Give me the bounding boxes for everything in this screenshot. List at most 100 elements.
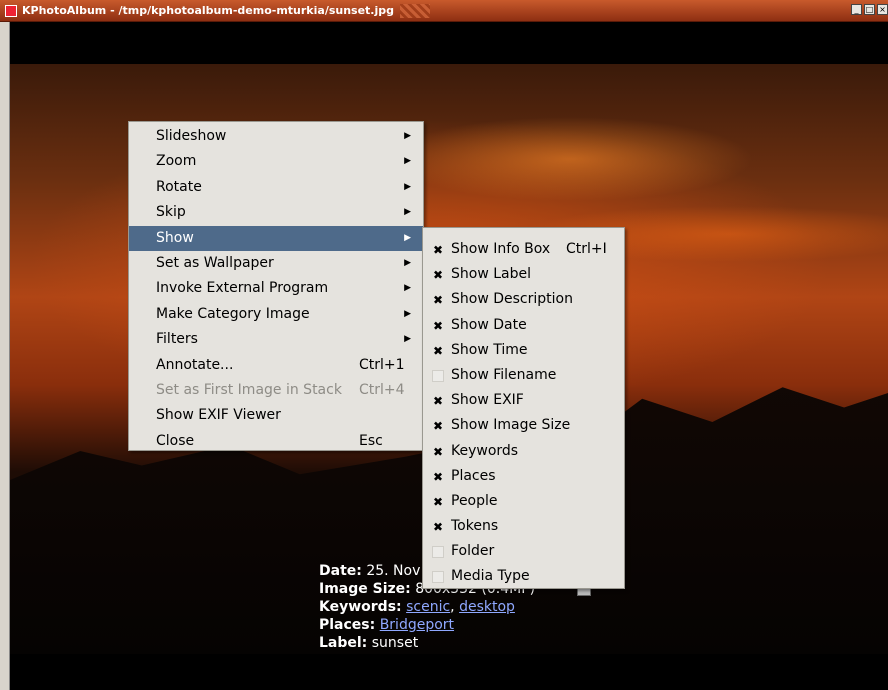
menu-item-label: Show EXIF Viewer (156, 407, 281, 424)
minimize-button[interactable]: _ (851, 4, 862, 15)
checkmark-icon[interactable]: ✖ (432, 496, 444, 508)
menu-item-label: Set as Wallpaper (156, 254, 274, 271)
show-option-label: People (451, 492, 498, 509)
menu-item-label: Show (156, 229, 194, 246)
menu-item-shortcut: Ctrl+1 (359, 356, 405, 373)
info-keywords-row: Keywords: scenic, desktop (319, 598, 581, 616)
show-option-label: Show Filename (451, 366, 557, 383)
show-option-places[interactable]: ✖ Places (423, 464, 624, 489)
menu-item-annotate[interactable]: Annotate... Ctrl+1 (129, 353, 423, 378)
show-option-label: Show EXIF (451, 392, 524, 409)
menu-item-invoke-external-program[interactable]: Invoke External Program ▶ (129, 276, 423, 301)
context-menu: Slideshow ▶ Zoom ▶ Rotate ▶ Skip ▶ Show ▶ Set as W… (128, 121, 424, 451)
submenu-arrow-icon: ▶ (404, 283, 411, 294)
menu-item-shortcut: Esc (359, 432, 383, 449)
info-keywords-label: Keywords: (319, 599, 402, 615)
show-option-label: Folder (451, 543, 495, 560)
submenu-arrow-icon: ▶ (404, 207, 411, 218)
submenu-arrow-icon: ▶ (404, 308, 411, 319)
show-option-show-date[interactable]: ✖ Show Date (423, 313, 624, 338)
place-link-bridgeport[interactable]: Bridgeport (380, 617, 454, 633)
info-label-label: Label: (319, 635, 368, 651)
show-option-show-exif[interactable]: ✖ Show EXIF (423, 388, 624, 413)
keyword-link-desktop[interactable]: desktop (459, 599, 515, 615)
maximize-button[interactable]: □ (864, 4, 875, 15)
menu-item-make-category-image[interactable]: Make Category Image ▶ (129, 302, 423, 327)
show-option-label: Show Info Box (451, 241, 551, 257)
keyword-separator: , (450, 599, 455, 615)
window-title: KPhotoAlbum - /tmp/kphotoalbum-demo-mtur… (22, 4, 395, 17)
info-label-value: sunset (371, 635, 419, 651)
info-size-label: Image Size: (319, 581, 411, 597)
show-option-tokens[interactable]: ✖ Tokens (423, 514, 624, 539)
menu-item-label: Skip (156, 204, 186, 221)
show-option-label: Show Time (451, 341, 528, 358)
show-option-people[interactable]: ✖ People (423, 489, 624, 514)
show-option-label: Show Description (451, 291, 573, 308)
show-option-label: Keywords (451, 442, 519, 459)
submenu-arrow-icon: ▶ (404, 131, 411, 141)
menu-item-close[interactable]: Close Esc (129, 429, 423, 454)
checkmark-icon[interactable]: ✖ (432, 420, 444, 432)
menu-item-zoom[interactable]: Zoom ▶ (129, 149, 423, 174)
show-option-show-filename[interactable]: Show Filename (423, 363, 624, 388)
menu-item-shortcut: Ctrl+4 (359, 381, 405, 398)
show-option-folder[interactable]: Folder (423, 539, 624, 564)
submenu-arrow-icon: ▶ (404, 156, 411, 167)
show-submenu: ✖ Show Info Box Ctrl+I ✖ Show Label ✖ Show Des… (422, 227, 625, 589)
submenu-arrow-icon: ▶ (404, 334, 411, 345)
show-option-label: Show Date (451, 316, 527, 333)
checkmark-icon[interactable]: ✖ (432, 345, 444, 357)
keyword-link-scenic[interactable]: scenic (406, 599, 450, 615)
checkmark-icon[interactable]: ✖ (432, 471, 444, 483)
checkmark-icon[interactable]: ✖ (432, 269, 444, 281)
checkbox-empty-icon[interactable] (432, 369, 444, 382)
info-date-label: Date: (319, 563, 362, 579)
window-titlebar[interactable]: KPhotoAlbum - /tmp/kphotoalbum-demo-mtur… (0, 0, 888, 22)
menu-item-label: Filters (156, 331, 198, 348)
app-icon[interactable] (5, 4, 17, 17)
menu-item-show-exif-viewer[interactable]: Show EXIF Viewer (129, 403, 423, 428)
submenu-arrow-icon: ▶ (404, 232, 411, 243)
show-option-show-info-box[interactable]: ✖ Show Info Box Ctrl+I (423, 237, 624, 262)
menu-item-skip[interactable]: Skip ▶ (129, 200, 423, 225)
menu-item-set-as-wallpaper[interactable]: Set as Wallpaper ▶ (129, 251, 423, 276)
menu-item-label: Zoom (156, 153, 197, 170)
info-label-row: Label: sunset (319, 634, 581, 652)
show-option-label: Media Type (451, 568, 530, 585)
show-option-show-image-size[interactable]: ✖ Show Image Size (423, 413, 624, 438)
checkmark-icon[interactable]: ✖ (432, 294, 444, 306)
checkmark-icon[interactable]: ✖ (432, 320, 444, 332)
menu-item-slideshow[interactable]: Slideshow ▶ (129, 124, 423, 149)
menu-item-show[interactable]: Show ▶ (129, 225, 423, 251)
checkmark-icon[interactable]: ✖ (432, 244, 444, 256)
menu-item-filters[interactable]: Filters ▶ (129, 327, 423, 352)
submenu-arrow-icon: ▶ (404, 181, 411, 192)
checkmark-icon[interactable]: ✖ (432, 521, 444, 533)
show-option-show-description[interactable]: ✖ Show Description (423, 287, 624, 312)
menu-item-set-as-first-image-in-stack: Set as First Image in Stack Ctrl+4 (129, 378, 423, 403)
show-option-media-type[interactable]: Media Type (423, 564, 624, 589)
close-window-button[interactable]: × (877, 4, 888, 15)
menu-item-label: Make Category Image (156, 305, 310, 322)
checkmark-icon[interactable]: ✖ (432, 395, 444, 407)
info-places-label: Places: (319, 617, 376, 633)
show-option-shortcut: Ctrl+I (566, 241, 607, 257)
submenu-arrow-icon: ▶ (404, 257, 411, 268)
show-option-show-label[interactable]: ✖ Show Label (423, 262, 624, 287)
menu-item-label: Set as First Image in Stack (156, 381, 342, 398)
window-controls: _ □ × (851, 4, 888, 15)
show-option-show-time[interactable]: ✖ Show Time (423, 338, 624, 363)
menu-item-rotate[interactable]: Rotate ▶ (129, 175, 423, 200)
show-option-label: Show Image Size (451, 417, 571, 434)
show-option-label: Show Label (451, 266, 531, 283)
checkmark-icon[interactable]: ✖ (432, 446, 444, 458)
checkbox-empty-icon[interactable] (432, 571, 444, 584)
menu-item-label: Invoke External Program (156, 280, 329, 297)
checkbox-empty-icon[interactable] (432, 546, 444, 559)
show-option-label: Places (451, 467, 496, 484)
menu-item-label: Annotate... (156, 356, 234, 373)
menu-item-label: Rotate (156, 178, 202, 195)
show-option-keywords[interactable]: ✖ Keywords (423, 439, 624, 464)
window-left-border (0, 22, 10, 690)
